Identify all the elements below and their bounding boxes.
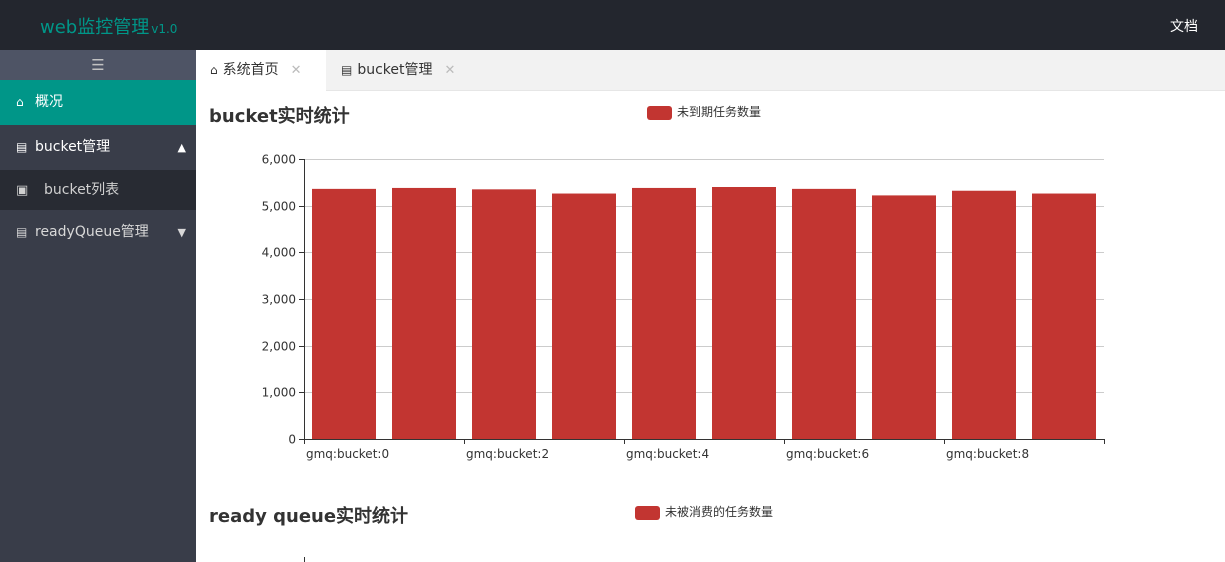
bar — [952, 190, 1016, 439]
tab-label: 系统首页 — [222, 62, 279, 78]
sidebar: ☰ ⌂ 概况 ▤ bucket管理 ▲ ▣ bucket列表 ▤ readyQueue管… — [0, 50, 196, 562]
list-icon: ▤ — [16, 140, 28, 154]
bar — [392, 187, 456, 439]
sidebar-item-label: readyQueue管理 — [35, 224, 149, 240]
legend-swatch — [635, 505, 660, 520]
sidebar-submenu: ▣ bucket列表 — [0, 170, 196, 210]
sidebar-item-bucket-management[interactable]: ▤ bucket管理 ▲ — [0, 125, 196, 170]
sidebar-item-readyqueue-management[interactable]: ▤ readyQueue管理 ▼ — [0, 210, 196, 255]
main-content: bucket实时统计 未到期任务数量 0 1,000 2,000 3,000 4,000… — [196, 92, 1225, 562]
y-tick-label: 2,000 — [262, 340, 296, 354]
bar — [792, 188, 856, 439]
sidebar-item-bucket-list[interactable]: ▣ bucket列表 — [0, 170, 196, 210]
x-tick-label: gmq:bucket:8 — [946, 447, 1029, 461]
home-icon: ⌂ — [210, 63, 218, 77]
sidebar-item-label: 概况 — [35, 94, 63, 110]
close-icon[interactable]: ✕ — [291, 63, 302, 78]
bar — [712, 187, 776, 439]
list-icon: ▤ — [341, 63, 353, 77]
frame-icon: ▣ — [16, 183, 29, 198]
y-tick-label: 6,000 — [262, 153, 296, 167]
sidebar-toggle-button[interactable]: ☰ — [0, 50, 196, 80]
app-title: web监控管理 — [40, 17, 150, 38]
x-tick-label: gmq:bucket:6 — [786, 447, 869, 461]
docs-link[interactable]: 文档 — [1170, 16, 1198, 36]
y-tick-label: 1,000 — [262, 386, 296, 400]
sidebar-subitem-label: bucket列表 — [44, 182, 120, 198]
bar — [872, 195, 936, 439]
bucket-bar-chart: 0 1,000 2,000 3,000 4,000 5,000 6,000 gmq:bucke… — [262, 153, 1105, 461]
close-icon[interactable]: ✕ — [445, 63, 456, 78]
sidebar-item-label: bucket管理 — [35, 139, 111, 155]
hamburger-icon: ☰ — [91, 56, 105, 74]
x-tick-label: gmq:bucket:0 — [306, 447, 389, 461]
tab-bucket-management[interactable]: ▤ bucket管理 ✕ — [327, 50, 462, 91]
sidebar-item-overview[interactable]: ⌂ 概况 — [0, 80, 196, 125]
legend-label: 未被消费的任务数量 — [665, 505, 774, 519]
y-tick-label: 0 — [288, 433, 296, 447]
bar — [312, 188, 376, 439]
tab-bar: ⌂ 系统首页 ✕ ▤ bucket管理 ✕ — [196, 50, 1225, 92]
x-tick-label: gmq:bucket:2 — [466, 447, 549, 461]
bar — [1032, 193, 1096, 439]
app-brand[interactable]: web监控管理 v1.0 — [40, 13, 177, 39]
y-tick-label: 5,000 — [262, 200, 296, 214]
ready-queue-stats-title: ready queue实时统计 — [209, 506, 409, 527]
caret-up-icon: ▲ — [177, 141, 186, 154]
x-tick-label: gmq:bucket:4 — [626, 447, 709, 461]
top-navbar: web监控管理 v1.0 文档 — [0, 0, 1225, 50]
app-version: v1.0 — [151, 22, 178, 36]
tab-home[interactable]: ⌂ 系统首页 ✕ — [196, 50, 326, 92]
bar — [552, 193, 616, 439]
list-icon: ▤ — [16, 225, 28, 239]
home-icon: ⌂ — [16, 95, 24, 109]
y-tick-label: 4,000 — [262, 246, 296, 260]
ready-queue-bar-chart — [304, 557, 305, 562]
ready-chart-legend[interactable]: 未被消费的任务数量 — [635, 503, 773, 520]
tab-label: bucket管理 — [357, 62, 433, 78]
caret-down-icon: ▼ — [177, 226, 186, 239]
bar — [632, 187, 696, 439]
y-tick-label: 3,000 — [262, 293, 296, 307]
bar — [472, 189, 536, 439]
